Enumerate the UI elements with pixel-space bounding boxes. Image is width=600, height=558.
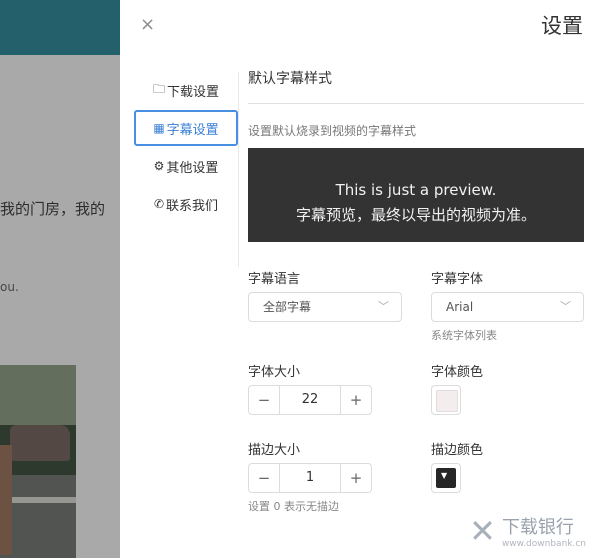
section-divider — [248, 103, 584, 104]
font-size-stepper: − 22 + — [248, 385, 372, 415]
subtitle-icon: ▦ — [153, 121, 165, 135]
decrement-button[interactable]: − — [249, 464, 279, 492]
gear-icon: ⚙ — [153, 159, 165, 173]
chevron-down-icon: ▼ — [441, 471, 448, 480]
sidebar-item-download[interactable]: 🗀 下载设置 — [134, 72, 238, 108]
preview-line-2: 字幕预览，最终以导出的视频为准。 — [295, 206, 536, 224]
chevron-down-icon: ﹀ — [560, 300, 571, 313]
stroke-color-label: 描边颜色 — [431, 443, 484, 458]
stroke-size-value[interactable]: 1 — [279, 464, 341, 492]
background-page: 我的门房，我的 ou. — [0, 0, 120, 558]
stroke-color-picker[interactable]: ▼ — [431, 463, 461, 493]
sidebar-item-label: 联系我们 — [166, 198, 219, 214]
subtitle-language-label: 字幕语言 — [248, 272, 301, 287]
settings-sidebar: 🗀 下载设置 ▦ 字幕设置 ⚙ 其他设置 ✆ 联系我们 — [134, 72, 238, 224]
increment-button[interactable]: + — [341, 386, 371, 414]
page-title: 设置 — [541, 14, 583, 38]
settings-panel: × 设置 🗀 下载设置 ▦ 字幕设置 ⚙ 其他设置 ✆ 联系我们 默认字幕样式 … — [120, 0, 600, 558]
increment-button[interactable]: + — [341, 464, 371, 492]
phone-icon: ✆ — [153, 197, 165, 211]
font-color-picker[interactable] — [431, 385, 461, 415]
font-size-label: 字体大小 — [248, 365, 301, 380]
section-description: 设置默认烧录到视频的字幕样式 — [248, 124, 417, 138]
font-color-swatch — [436, 390, 458, 412]
decrement-button[interactable]: − — [249, 386, 279, 414]
sidebar-item-label: 下载设置 — [167, 84, 220, 100]
stroke-size-stepper: − 1 + — [248, 463, 372, 493]
font-size-value[interactable]: 22 — [279, 386, 341, 414]
close-icon[interactable]: × — [140, 14, 155, 35]
stroke-size-label: 描边大小 — [248, 443, 301, 458]
sidebar-item-subtitle[interactable]: ▦ 字幕设置 — [134, 110, 238, 146]
section-title: 默认字幕样式 — [248, 71, 332, 87]
subtitle-font-value: Arial — [446, 300, 474, 314]
font-hint: 系统字体列表 — [431, 329, 497, 342]
stroke-hint: 设置 0 表示无描边 — [248, 500, 339, 513]
watermark-logo-icon: ✕ — [469, 512, 496, 550]
sidebar-item-contact[interactable]: ✆ 联系我们 — [134, 186, 238, 222]
subtitle-language-select[interactable]: 全部字幕 ﹀ — [248, 292, 402, 322]
watermark: ✕ 下载银行 www.downbank.cn — [469, 512, 586, 550]
sidebar-divider — [238, 72, 239, 267]
sidebar-item-label: 字幕设置 — [166, 122, 219, 138]
subtitle-font-label: 字幕字体 — [431, 272, 484, 287]
subtitle-language-value: 全部字幕 — [263, 300, 312, 314]
watermark-text: 下载银行 — [501, 517, 574, 538]
watermark-url: www.downbank.cn — [501, 539, 586, 549]
subtitle-preview: This is just a preview. 字幕预览，最终以导出的视频为准。 — [248, 148, 584, 242]
folder-icon: 🗀 — [152, 81, 165, 96]
font-color-label: 字体颜色 — [431, 365, 484, 380]
preview-line-1: This is just a preview. — [335, 181, 497, 199]
sidebar-item-other[interactable]: ⚙ 其他设置 — [134, 148, 238, 184]
modal-overlay[interactable] — [0, 0, 120, 558]
sidebar-item-label: 其他设置 — [166, 160, 219, 176]
chevron-down-icon: ﹀ — [378, 300, 389, 313]
subtitle-font-select[interactable]: Arial ﹀ — [431, 292, 584, 322]
